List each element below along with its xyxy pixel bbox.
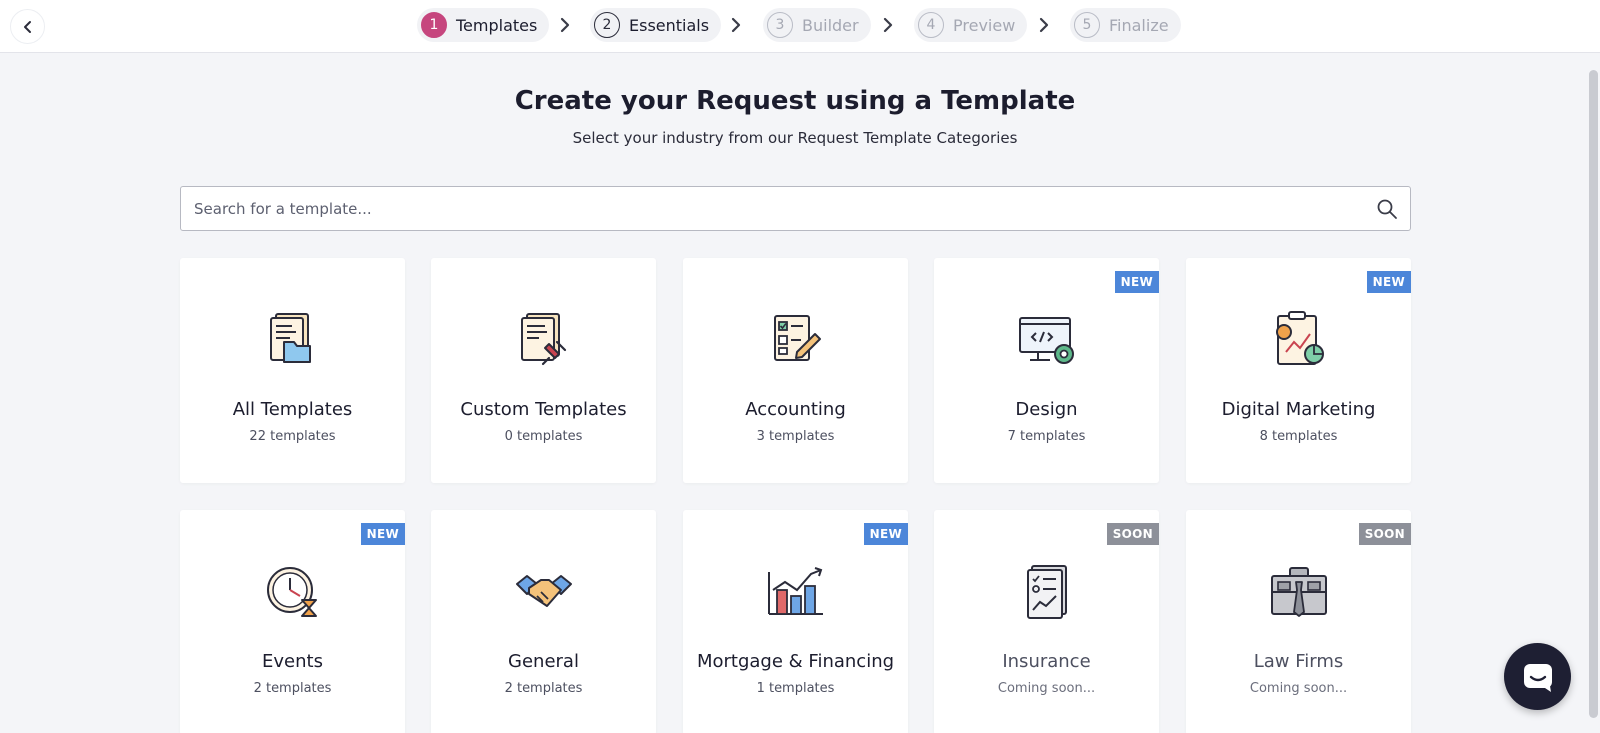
chevron-right-icon <box>560 17 570 33</box>
card-title: Custom Templates <box>460 399 627 420</box>
category-card-law-firms[interactable]: SOON Law Firms Coming soon... <box>1186 510 1411 733</box>
step-number: 5 <box>1074 12 1100 38</box>
step-essentials[interactable]: 2 Essentials <box>590 8 722 42</box>
card-count: Coming soon... <box>1249 681 1348 696</box>
new-badge: NEW <box>1366 271 1411 293</box>
step-label: Essentials <box>629 15 710 35</box>
card-title: Mortgage & Financing <box>696 651 895 672</box>
card-title: Accounting <box>745 399 846 420</box>
soon-badge: SOON <box>1358 523 1411 545</box>
card-title: Design <box>1015 399 1078 420</box>
card-count: 3 templates <box>756 429 835 444</box>
folder-documents-icon <box>270 313 311 363</box>
card-count: 2 templates <box>504 681 583 696</box>
progress-steps: 1 Templates 2 Essentials 3 Builder 4 Pre… <box>0 8 1600 42</box>
category-card-insurance[interactable]: SOON Insurance Coming soon... <box>934 510 1159 733</box>
step-preview[interactable]: 4 Preview <box>914 8 1028 42</box>
step-builder[interactable]: 3 Builder <box>763 8 871 42</box>
card-count: 2 templates <box>253 681 332 696</box>
category-card-general[interactable]: General 2 templates <box>431 510 656 733</box>
step-number: 2 <box>594 12 620 38</box>
card-title: Digital Marketing <box>1221 399 1376 420</box>
card-title: Events <box>262 651 323 672</box>
handshake-icon <box>516 575 572 607</box>
chevron-right-icon <box>731 17 741 33</box>
chat-launcher-button[interactable] <box>1504 643 1571 710</box>
top-navigation-bar: 1 Templates 2 Essentials 3 Builder 4 Pre… <box>0 0 1600 53</box>
step-number: 3 <box>767 12 793 38</box>
code-monitor-gear-icon <box>1019 317 1074 364</box>
card-count: 1 templates <box>756 681 835 696</box>
category-card-all-templates[interactable]: All Templates 22 templates <box>180 258 405 483</box>
page-title: Create your Request using a Template <box>514 86 1076 116</box>
step-label: Builder <box>802 15 859 35</box>
step-finalize[interactable]: 5 Finalize <box>1070 8 1181 42</box>
card-title: Insurance <box>1002 651 1091 672</box>
card-count: 8 templates <box>1259 429 1338 444</box>
chevron-right-icon <box>883 17 893 33</box>
card-count: 7 templates <box>1007 429 1086 444</box>
category-card-accounting[interactable]: Accounting 3 templates <box>683 258 908 483</box>
step-label: Finalize <box>1109 15 1169 35</box>
clipboard-chart-icon <box>1276 311 1324 365</box>
new-badge: NEW <box>360 523 405 545</box>
soon-badge: SOON <box>1106 523 1159 545</box>
card-count: 22 templates <box>249 429 336 444</box>
card-count: 0 templates <box>504 429 583 444</box>
category-card-events[interactable]: NEW Events 2 templates <box>180 510 405 733</box>
clock-hourglass-icon <box>267 567 317 617</box>
category-card-digital-marketing[interactable]: NEW Digital Marketing 8 templates <box>1186 258 1411 483</box>
card-count: Coming soon... <box>997 681 1096 696</box>
search-input[interactable] <box>181 187 1351 230</box>
chat-icon <box>1523 663 1552 692</box>
card-title: Law Firms <box>1253 651 1344 672</box>
step-label: Preview <box>953 15 1016 35</box>
card-title: General <box>508 651 579 672</box>
checklist-pencil-icon <box>774 315 821 361</box>
step-templates[interactable]: 1 Templates <box>417 8 550 42</box>
step-number: 1 <box>421 12 447 38</box>
category-card-custom-templates[interactable]: Custom Templates 0 templates <box>431 258 656 483</box>
step-label: Templates <box>456 15 538 35</box>
briefcase-icon <box>1271 567 1327 617</box>
step-number: 4 <box>918 12 944 38</box>
chevron-right-icon <box>1039 17 1049 33</box>
template-search <box>180 186 1411 231</box>
scrollbar[interactable] <box>1589 70 1598 718</box>
card-title: All Templates <box>232 399 353 420</box>
category-card-mortgage-financing[interactable]: NEW Mortgage & Financing 1 templates <box>683 510 908 733</box>
pinned-document-icon <box>521 313 567 366</box>
category-card-design[interactable]: NEW Design 7 templates <box>934 258 1159 483</box>
checklist-document-icon <box>1027 565 1067 619</box>
bar-chart-growth-icon <box>768 567 823 615</box>
new-badge: NEW <box>1114 271 1159 293</box>
search-icon[interactable] <box>1376 198 1398 220</box>
page-subtitle: Select your industry from our Request Te… <box>572 129 1018 147</box>
new-badge: NEW <box>863 523 908 545</box>
